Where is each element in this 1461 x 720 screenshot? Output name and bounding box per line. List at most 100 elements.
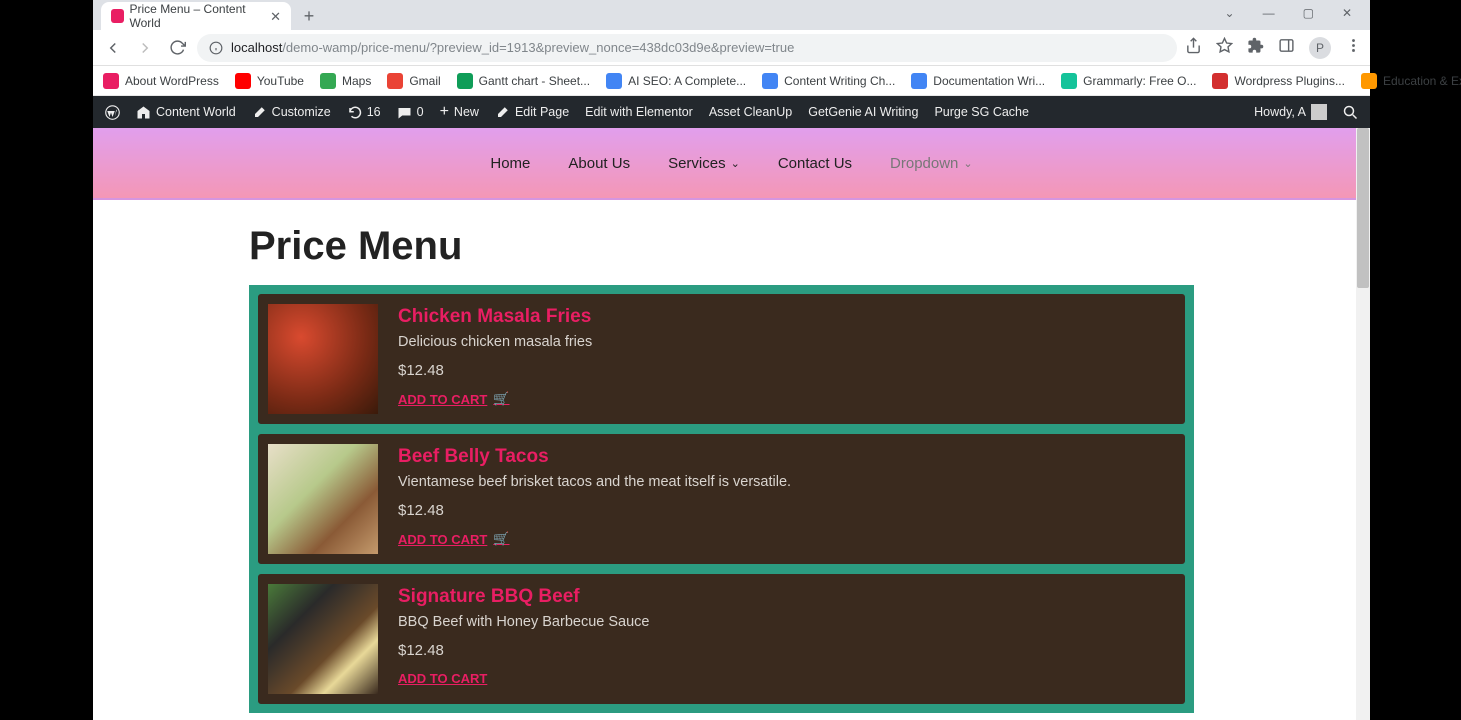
- bookmark-favicon: [457, 73, 473, 89]
- new-tab-button[interactable]: +: [297, 4, 321, 28]
- bookmark-favicon: [1361, 73, 1377, 89]
- site-info-icon[interactable]: [209, 41, 223, 55]
- vertical-scrollbar[interactable]: [1356, 128, 1370, 720]
- wp-howdy-link[interactable]: Howdy, A: [1254, 104, 1327, 120]
- add-to-cart-button[interactable]: ADD TO CART🛒: [398, 391, 592, 407]
- tab-close-icon[interactable]: ✕: [270, 10, 281, 23]
- bookmark-label: Content Writing Ch...: [784, 74, 895, 88]
- chevron-down-icon: ⌄: [731, 157, 740, 170]
- bookmark-item[interactable]: Maps: [320, 73, 371, 89]
- bookmark-item[interactable]: Gmail: [387, 73, 440, 89]
- side-panel-icon[interactable]: [1278, 37, 1295, 59]
- bookmark-item[interactable]: Education & Exams...: [1361, 73, 1461, 89]
- bookmark-item[interactable]: Documentation Wri...: [911, 73, 1045, 89]
- menu-item-info: Beef Belly TacosVientamese beef brisket …: [398, 444, 791, 554]
- scrollbar-thumb[interactable]: [1357, 128, 1369, 288]
- wp-edit-page-link[interactable]: Edit Page: [495, 105, 569, 120]
- share-icon[interactable]: [1185, 37, 1202, 59]
- wp-admin-bar: Content World Customize 16 0 + New Edit …: [93, 96, 1370, 128]
- menu-item-info: Signature BBQ Beef BBQ Beef with Honey Ba…: [398, 584, 649, 694]
- bookmark-label: Gmail: [409, 74, 440, 88]
- wp-site-link[interactable]: Content World: [136, 105, 236, 120]
- wp-new-link[interactable]: + New: [440, 103, 479, 121]
- window-dropdown-icon[interactable]: ⌄: [1219, 4, 1241, 22]
- nav-contact[interactable]: Contact Us: [778, 155, 852, 172]
- forward-button[interactable]: [133, 36, 157, 60]
- bookmarks-bar: About WordPress YouTube Maps Gmail Gantt cha…: [93, 66, 1370, 96]
- nav-services[interactable]: Services ⌄: [668, 155, 740, 172]
- window-maximize-icon[interactable]: ▢: [1297, 4, 1320, 22]
- browser-menu-icon[interactable]: [1345, 37, 1362, 59]
- wp-new-label: New: [454, 105, 479, 119]
- wp-site-name: Content World: [156, 105, 236, 119]
- bookmark-item[interactable]: Gantt chart - Sheet...: [457, 73, 590, 89]
- wp-edit-page-label: Edit Page: [515, 105, 569, 119]
- back-button[interactable]: [101, 36, 125, 60]
- wp-comments-link[interactable]: 0: [397, 105, 424, 120]
- menu-item-image: [268, 304, 378, 414]
- nav-services-label: Services: [668, 155, 726, 172]
- bookmark-favicon: [606, 73, 622, 89]
- bookmark-label: Wordpress Plugins...: [1234, 74, 1345, 88]
- wp-getgenie-link[interactable]: GetGenie AI Writing: [808, 105, 918, 119]
- nav-home[interactable]: Home: [490, 155, 530, 172]
- bookmark-star-icon[interactable]: [1216, 37, 1233, 59]
- page-title: Price Menu: [249, 224, 1370, 269]
- menu-item-description: BBQ Beef with Honey Barbecue Sauce: [398, 614, 649, 630]
- wp-purge-cache-link[interactable]: Purge SG Cache: [934, 105, 1029, 119]
- menu-item-info: Chicken Masala FriesDelicious chicken ma…: [398, 304, 592, 414]
- browser-tab-strip: Price Menu – Content World ✕ + ⌄ — ▢ ✕: [93, 0, 1370, 30]
- bookmark-item[interactable]: YouTube: [235, 73, 304, 89]
- bookmark-item[interactable]: AI SEO: A Complete...: [606, 73, 746, 89]
- bookmark-favicon: [911, 73, 927, 89]
- add-to-cart-label: ADD TO CART: [398, 532, 487, 547]
- bookmark-label: Gantt chart - Sheet...: [479, 74, 590, 88]
- address-bar[interactable]: localhost/demo-wamp/price-menu/?preview_…: [197, 34, 1177, 62]
- add-to-cart-button[interactable]: ADD TO CART 🛒: [398, 531, 791, 547]
- bookmark-item[interactable]: Content Writing Ch...: [762, 73, 895, 89]
- menu-item-price: $12.48: [398, 642, 649, 659]
- nav-dropdown[interactable]: Dropdown ⌄: [890, 155, 973, 172]
- nav-dropdown-label: Dropdown: [890, 155, 958, 172]
- url-host: localhost: [231, 40, 282, 55]
- wp-customize-link[interactable]: Customize: [252, 105, 331, 120]
- site-navigation: Home About Us Services ⌄ Contact Us Drop…: [93, 128, 1370, 200]
- wp-comments-count: 0: [417, 105, 424, 119]
- cart-icon: 🛒: [493, 531, 509, 547]
- window-minimize-icon[interactable]: —: [1257, 4, 1281, 22]
- bookmark-label: YouTube: [257, 74, 304, 88]
- window-close-icon[interactable]: ✕: [1336, 4, 1358, 22]
- menu-item-title: Signature BBQ Beef: [398, 586, 649, 608]
- add-to-cart-label: ADD TO CART: [398, 671, 487, 686]
- menu-item-image: [268, 444, 378, 554]
- page-viewport: Home About Us Services ⌄ Contact Us Drop…: [93, 128, 1370, 720]
- bookmark-label: AI SEO: A Complete...: [628, 74, 746, 88]
- bookmark-item[interactable]: Wordpress Plugins...: [1212, 73, 1345, 89]
- bookmark-favicon: [103, 73, 119, 89]
- bookmark-favicon: [1212, 73, 1228, 89]
- menu-item-image: [268, 584, 378, 694]
- menu-item-price: $12.48: [398, 362, 592, 379]
- nav-about[interactable]: About Us: [568, 155, 630, 172]
- menu-item-price: $12.48: [398, 502, 791, 519]
- wp-search-icon[interactable]: [1343, 105, 1358, 120]
- wp-asset-cleanup-link[interactable]: Asset CleanUp: [709, 105, 792, 119]
- add-to-cart-button[interactable]: ADD TO CART: [398, 671, 649, 686]
- browser-tab[interactable]: Price Menu – Content World ✕: [101, 2, 291, 30]
- wp-updates-link[interactable]: 16: [347, 105, 381, 120]
- wp-elementor-link[interactable]: Edit with Elementor: [585, 105, 693, 119]
- cart-icon: 🛒: [493, 391, 509, 407]
- bookmark-favicon: [387, 73, 403, 89]
- bookmark-label: About WordPress: [125, 74, 219, 88]
- reload-button[interactable]: [165, 36, 189, 60]
- menu-item-title: Beef Belly Tacos: [398, 446, 791, 468]
- bookmark-item[interactable]: About WordPress: [103, 73, 219, 89]
- profile-avatar[interactable]: P: [1309, 37, 1331, 59]
- bookmark-item[interactable]: Grammarly: Free O...: [1061, 73, 1196, 89]
- wp-logo-icon[interactable]: [105, 105, 120, 120]
- address-bar-row: localhost/demo-wamp/price-menu/?preview_…: [93, 30, 1370, 66]
- extensions-icon[interactable]: [1247, 37, 1264, 59]
- tab-title: Price Menu – Content World: [130, 2, 265, 30]
- bookmark-favicon: [320, 73, 336, 89]
- chevron-down-icon: ⌄: [963, 157, 972, 170]
